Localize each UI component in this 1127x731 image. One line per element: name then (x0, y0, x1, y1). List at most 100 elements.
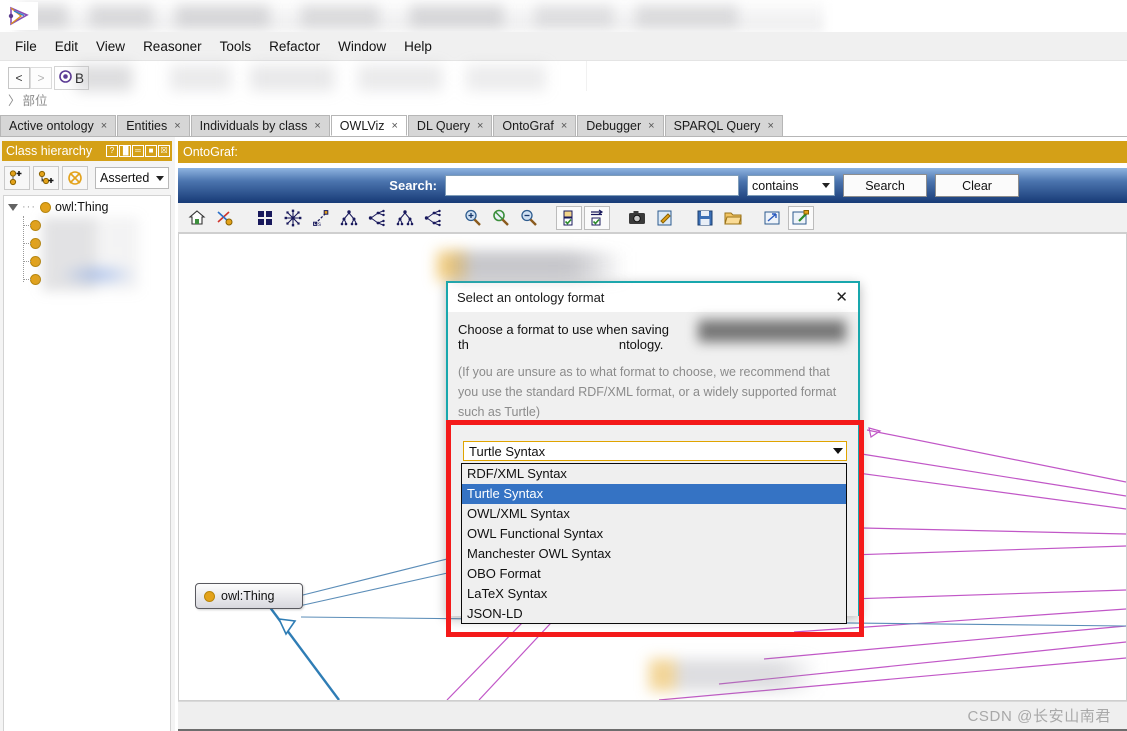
protege-logo-icon (2, 2, 38, 30)
menu-file[interactable]: File (6, 36, 46, 57)
delete-class-button[interactable] (62, 166, 88, 190)
format-option-latex[interactable]: LaTeX Syntax (462, 584, 846, 604)
tree-item[interactable] (20, 270, 170, 288)
tree-children[interactable] (20, 216, 170, 291)
format-option-obo[interactable]: OBO Format (462, 564, 846, 584)
tree-horizontal-alt-icon[interactable] (420, 206, 446, 230)
zoom-reset-icon[interactable] (488, 206, 514, 230)
history-navigation-buttons[interactable]: < > (8, 67, 52, 89)
tree-branch-connector (23, 243, 31, 244)
close-icon[interactable]: ✕ (835, 290, 848, 305)
search-match-mode-combo[interactable]: contains (747, 175, 835, 196)
tree-vertical-alt-icon[interactable] (392, 206, 418, 230)
tab-dl-query[interactable]: DL Query × (407, 115, 493, 136)
tab-ontograf[interactable]: OntoGraf × (493, 115, 577, 136)
tab-debugger[interactable]: Debugger × (577, 115, 664, 136)
open-icon[interactable] (720, 206, 746, 230)
tab-individuals-by-class[interactable]: Individuals by class × (190, 115, 330, 136)
split-icon[interactable]: ▐▌ (119, 145, 131, 157)
import-icon[interactable] (788, 205, 814, 230)
format-option-rdf-xml[interactable]: RDF/XML Syntax (462, 464, 846, 484)
menu-view[interactable]: View (87, 36, 134, 57)
tree-item[interactable] (20, 252, 170, 270)
search-input[interactable] (445, 175, 739, 196)
chevron-down-icon (822, 183, 830, 188)
class-icon (204, 590, 215, 602)
tree-item[interactable] (20, 216, 170, 234)
tab-label: SPARQL Query (673, 119, 761, 133)
menu-tools[interactable]: Tools (211, 36, 261, 57)
breadcrumb-item: 部位 (22, 94, 48, 108)
ontograf-toolbar[interactable]: s (178, 203, 1127, 233)
grid-layout-icon[interactable] (252, 206, 278, 230)
clear-graph-icon[interactable] (212, 206, 238, 230)
main-menu-bar[interactable]: File Edit View Reasoner Tools Refactor W… (0, 32, 1127, 61)
forward-button[interactable]: > (30, 67, 52, 89)
tree-connector: ··· (22, 201, 36, 213)
filter-arcs-icon[interactable] (584, 205, 610, 230)
tree-horizontal-icon[interactable] (364, 206, 390, 230)
format-option-json-ld[interactable]: JSON-LD (462, 604, 846, 623)
close-icon[interactable]: × (561, 120, 567, 132)
maximize-icon[interactable]: ■ (145, 145, 157, 157)
class-hierarchy-toolbar[interactable]: Asserted (4, 165, 172, 191)
tab-entities[interactable]: Entities × (117, 115, 190, 136)
tree-item[interactable] (20, 234, 170, 252)
graph-node-owl-thing[interactable]: owl:Thing (195, 583, 303, 609)
dialog-message-suffix: ntology. (618, 337, 664, 352)
tab-owlviz[interactable]: OWLViz × (330, 115, 407, 136)
reasoner-mode-combo[interactable]: Asserted (95, 167, 169, 189)
close-icon[interactable]: × (477, 120, 483, 132)
clear-button[interactable]: Clear (935, 174, 1019, 197)
export-icon[interactable] (760, 206, 786, 230)
close-icon[interactable]: × (648, 120, 654, 132)
spring-layout-icon[interactable]: s (308, 206, 334, 230)
menu-window[interactable]: Window (329, 36, 395, 57)
tab-active-ontology[interactable]: Active ontology × (0, 115, 117, 136)
format-option-manchester-owl[interactable]: Manchester OWL Syntax (462, 544, 846, 564)
tab-sparql-query[interactable]: SPARQL Query × (664, 115, 783, 136)
class-hierarchy-tree[interactable]: ··· owl:Thing (3, 195, 171, 731)
format-option-turtle[interactable]: Turtle Syntax (462, 484, 846, 504)
panel-window-buttons[interactable]: ? ▐▌ ═ ■ ☒ (106, 145, 172, 157)
search-button[interactable]: Search (843, 174, 927, 197)
format-option-owl-xml[interactable]: OWL/XML Syntax (462, 504, 846, 524)
expand-triangle-icon[interactable] (8, 203, 18, 211)
panel-title-label: Class hierarchy (6, 144, 93, 158)
tree-item-owl-thing[interactable]: ··· owl:Thing (4, 196, 170, 216)
workspace-tab-bar[interactable]: Active ontology × Entities × Individuals… (0, 114, 1127, 137)
add-subclass-button[interactable] (4, 166, 30, 190)
close-icon[interactable]: ☒ (158, 145, 170, 157)
close-icon[interactable]: × (314, 120, 320, 132)
class-icon (30, 273, 41, 285)
watermark: CSDN @长安山南君 (967, 708, 1111, 725)
add-sibling-class-button[interactable] (33, 166, 59, 190)
tab-label: Active ontology (9, 119, 94, 133)
edit-icon[interactable] (652, 206, 678, 230)
tab-label: DL Query (416, 119, 470, 133)
zoom-in-icon[interactable] (460, 206, 486, 230)
ontology-format-combo[interactable]: Turtle Syntax (463, 441, 847, 461)
back-button[interactable]: < (8, 67, 30, 89)
zoom-out-icon[interactable] (516, 206, 542, 230)
home-icon[interactable] (184, 206, 210, 230)
snapshot-icon[interactable] (624, 206, 650, 230)
format-option-owl-functional[interactable]: OWL Functional Syntax (462, 524, 846, 544)
filter-nodes-icon[interactable] (556, 205, 582, 230)
dialog-header: Select an ontology format ✕ (448, 283, 858, 312)
menu-help[interactable]: Help (395, 36, 441, 57)
ontology-format-dropdown-list[interactable]: RDF/XML Syntax Turtle Syntax OWL/XML Syn… (461, 463, 847, 624)
radial-layout-icon[interactable] (280, 206, 306, 230)
minimize-icon[interactable]: ═ (132, 145, 144, 157)
tab-label: Debugger (586, 119, 642, 133)
help-icon[interactable]: ? (106, 145, 118, 157)
menu-reasoner[interactable]: Reasoner (134, 36, 211, 57)
close-icon[interactable]: × (767, 120, 773, 132)
close-icon[interactable]: × (174, 120, 180, 132)
menu-refactor[interactable]: Refactor (260, 36, 329, 57)
tree-vertical-icon[interactable] (336, 206, 362, 230)
menu-edit[interactable]: Edit (46, 36, 87, 57)
close-icon[interactable]: × (391, 120, 397, 132)
close-icon[interactable]: × (101, 120, 107, 132)
save-icon[interactable] (692, 206, 718, 230)
